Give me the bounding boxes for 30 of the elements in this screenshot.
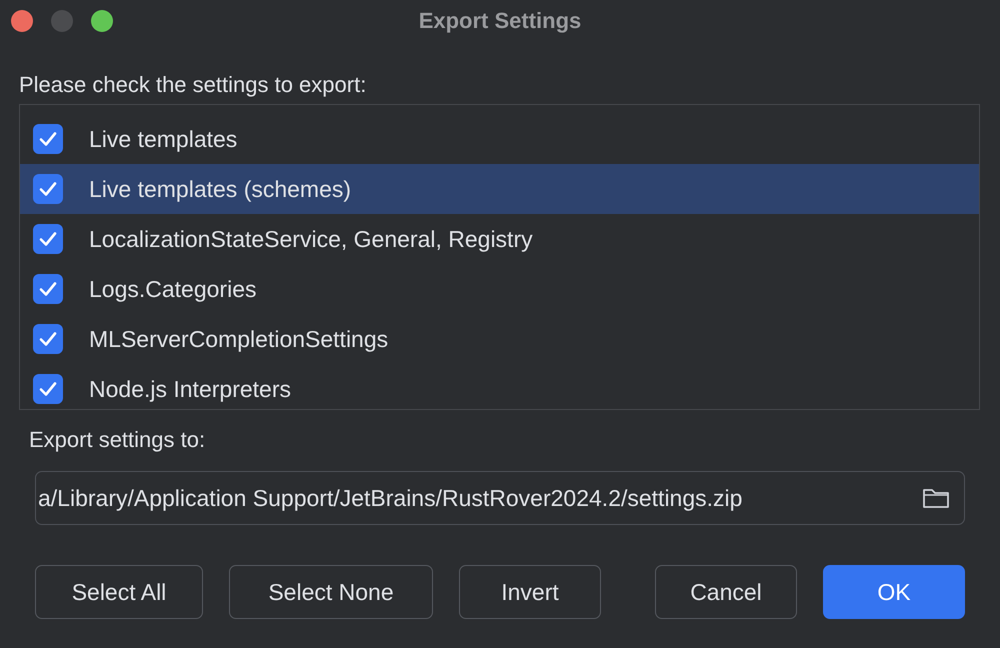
setting-label: Node.js Interpreters <box>89 376 291 402</box>
settings-row[interactable]: Logs.Categories <box>20 264 979 314</box>
settings-row[interactable]: Live templates <box>20 114 979 164</box>
setting-label: LocalizationStateService, General, Registry <box>89 226 533 252</box>
zoom-button[interactable] <box>91 10 113 32</box>
ok-button[interactable]: OK <box>823 565 965 619</box>
export-path-label: Export settings to: <box>29 426 206 454</box>
checkbox[interactable] <box>33 174 63 204</box>
checkbox[interactable] <box>33 124 63 154</box>
settings-row[interactable]: Node.js Interpreters <box>20 364 979 414</box>
setting-label: MLServerCompletionSettings <box>89 326 388 352</box>
setting-label: Logs.Categories <box>89 276 256 302</box>
setting-label: Live templates <box>89 126 238 152</box>
select-all-button[interactable]: Select All <box>35 565 203 619</box>
checkbox[interactable] <box>33 224 63 254</box>
select-none-button[interactable]: Select None <box>229 565 433 619</box>
settings-row[interactable]: Live templates (schemes) <box>20 164 979 214</box>
path-field[interactable]: a/Library/Application Support/JetBrains/RustRover2024.2/settings.zip <box>35 471 965 525</box>
close-button[interactable] <box>11 10 33 32</box>
setting-label: Live templates (schemes) <box>89 176 352 202</box>
instruction-label: Please check the settings to export: <box>19 72 368 98</box>
cancel-button[interactable]: Cancel <box>655 565 797 619</box>
checkbox[interactable] <box>33 324 63 354</box>
checkbox[interactable] <box>33 374 63 404</box>
settings-row[interactable]: MLServerCompletionSettings <box>20 314 979 364</box>
checkbox[interactable] <box>33 274 63 304</box>
invert-button[interactable]: Invert <box>459 565 601 619</box>
settings-row[interactable]: LocalizationStateService, General, Registry <box>20 214 979 264</box>
folder-icon[interactable] <box>922 487 950 509</box>
window-title: Export Settings <box>418 8 582 34</box>
